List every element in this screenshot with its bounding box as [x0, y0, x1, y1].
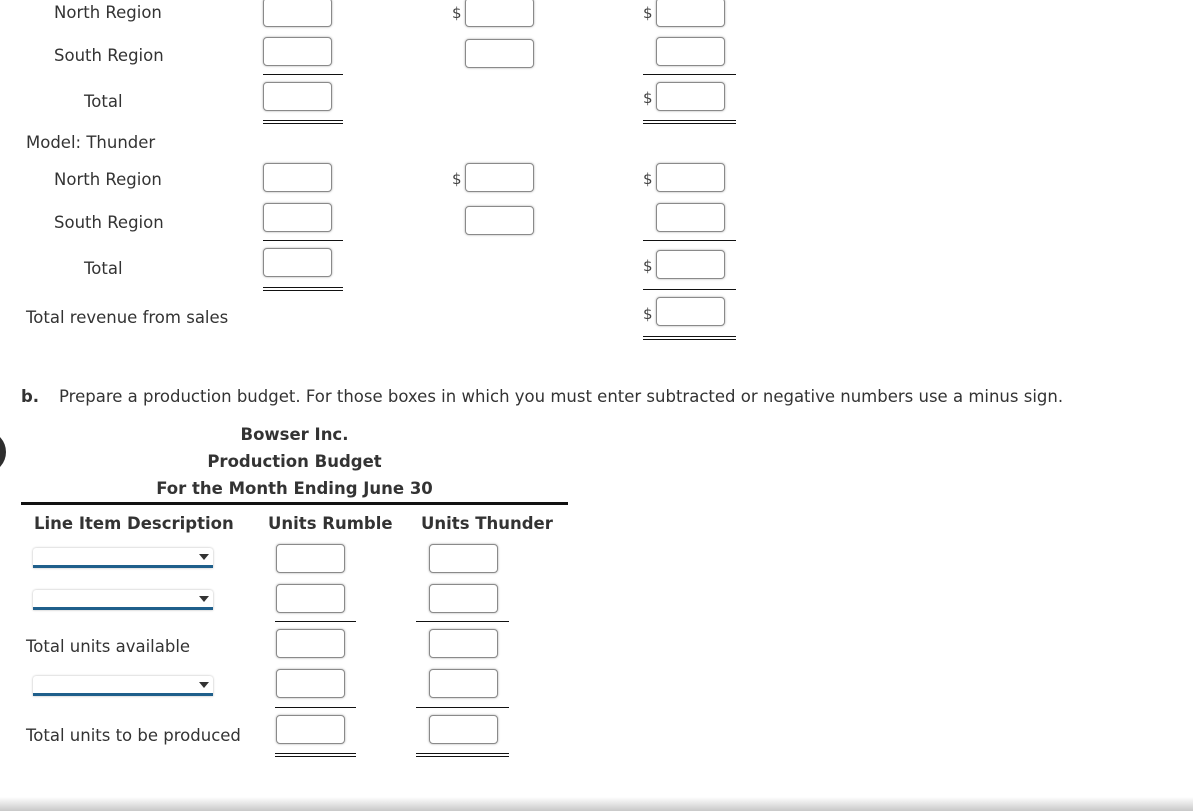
- thunder-model-heading: Model: Thunder: [26, 133, 156, 152]
- thunder-south-price-input[interactable]: [465, 206, 534, 235]
- dropdown-caret-icon: [199, 596, 209, 602]
- rumble-north-revenue-input[interactable]: [656, 0, 725, 27]
- rumble-total-label: Total: [84, 92, 123, 111]
- page-bottom-edge: [0, 797, 1193, 811]
- rumble-revenue-total-double-line: [643, 120, 736, 124]
- rumble-north-revenue-dollar: $: [643, 4, 653, 22]
- total-revenue-input[interactable]: [656, 297, 725, 326]
- column-header-units-rumble: Units Rumble: [268, 514, 393, 533]
- rumble-north-price-dollar: $: [452, 4, 462, 22]
- rumble-south-label: South Region: [54, 46, 164, 65]
- part-b-instruction: Prepare a production budget. For those b…: [59, 387, 1064, 406]
- thunder-subtotal-line-2: [416, 707, 509, 708]
- thunder-total-label: Total: [84, 259, 123, 278]
- column-header-description: Line Item Description: [34, 514, 234, 533]
- rumble-total-double-line: [275, 753, 356, 757]
- line-item-select-2[interactable]: [33, 590, 213, 610]
- total-revenue-double-line: [643, 336, 736, 340]
- rumble-north-price-input[interactable]: [465, 0, 534, 27]
- thunder-north-price-dollar: $: [452, 170, 462, 188]
- dropdown-caret-icon: [199, 682, 209, 688]
- column-header-units-thunder: Units Thunder: [421, 514, 553, 533]
- row4-rumble-input[interactable]: [276, 669, 345, 698]
- rumble-north-units-input[interactable]: [263, 0, 332, 27]
- budget-company-name: Bowser Inc.: [240, 425, 349, 444]
- thunder-north-units-input[interactable]: [263, 163, 332, 192]
- budget-header-rule: [21, 502, 568, 505]
- row3-rumble-input[interactable]: [276, 629, 345, 658]
- thunder-total-revenue-dollar: $: [643, 257, 653, 275]
- thunder-south-revenue-input[interactable]: [656, 203, 725, 232]
- thunder-units-total-double-line: [263, 287, 343, 291]
- rumble-south-price-input[interactable]: [465, 39, 534, 68]
- row5-thunder-input[interactable]: [429, 715, 498, 744]
- thunder-revenue-total-line: [643, 289, 736, 290]
- rumble-total-revenue-input[interactable]: [656, 82, 725, 111]
- row4-thunder-input[interactable]: [429, 669, 498, 698]
- thunder-north-revenue-dollar: $: [643, 170, 653, 188]
- rumble-units-subtotal-line: [263, 74, 343, 75]
- part-b-marker: b.: [21, 387, 40, 406]
- thunder-total-double-line: [416, 753, 509, 757]
- thunder-units-subtotal-line: [263, 240, 343, 241]
- thunder-subtotal-line-1: [416, 621, 509, 622]
- rumble-revenue-subtotal-line: [643, 74, 736, 75]
- thunder-revenue-subtotal-line: [643, 240, 736, 241]
- rumble-south-revenue-input[interactable]: [656, 37, 725, 66]
- total-revenue-dollar: $: [643, 305, 653, 323]
- total-units-available-label: Total units available: [26, 637, 191, 656]
- rumble-subtotal-line-2: [275, 707, 356, 708]
- thunder-north-revenue-input[interactable]: [656, 163, 725, 192]
- total-revenue-label: Total revenue from sales: [26, 308, 229, 327]
- thunder-total-units-input[interactable]: [263, 248, 332, 277]
- row2-rumble-input[interactable]: [276, 584, 345, 613]
- thunder-south-label: South Region: [54, 213, 164, 232]
- rumble-units-total-double-line: [263, 120, 343, 124]
- thunder-total-revenue-input[interactable]: [656, 250, 725, 279]
- thunder-north-label: North Region: [54, 170, 162, 189]
- rumble-subtotal-line-1: [275, 621, 356, 622]
- row5-rumble-input[interactable]: [276, 715, 345, 744]
- rumble-total-revenue-dollar: $: [643, 89, 653, 107]
- row3-thunder-input[interactable]: [429, 629, 498, 658]
- thunder-south-units-input[interactable]: [263, 203, 332, 232]
- budget-title: Production Budget: [207, 452, 382, 471]
- rumble-south-units-input[interactable]: [263, 37, 332, 66]
- budget-period: For the Month Ending June 30: [156, 479, 433, 498]
- total-units-produced-label: Total units to be produced: [26, 726, 241, 745]
- rumble-north-label: North Region: [54, 3, 162, 22]
- thunder-north-price-input[interactable]: [465, 163, 534, 192]
- rumble-total-units-input[interactable]: [263, 82, 332, 111]
- row1-rumble-input[interactable]: [276, 544, 345, 573]
- line-item-select-1[interactable]: [33, 548, 213, 568]
- row2-thunder-input[interactable]: [429, 584, 498, 613]
- side-panel-toggle[interactable]: [0, 432, 6, 472]
- dropdown-caret-icon: [199, 554, 209, 560]
- row1-thunder-input[interactable]: [429, 544, 498, 573]
- line-item-select-3[interactable]: [33, 676, 213, 696]
